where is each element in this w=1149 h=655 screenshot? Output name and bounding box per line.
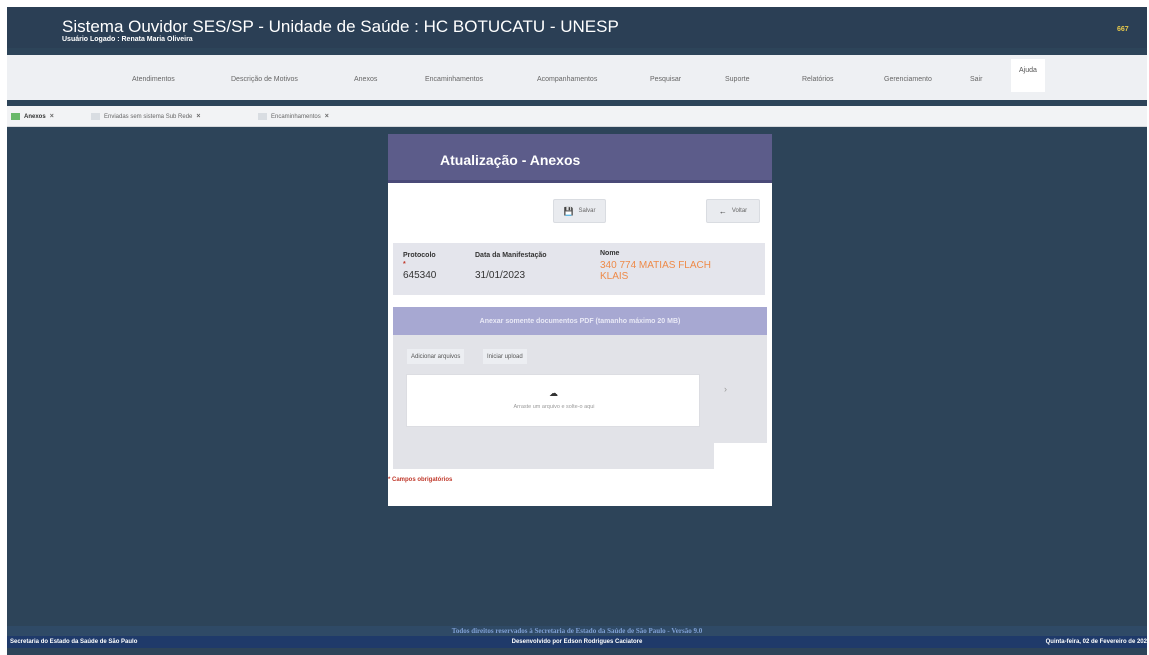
tab-indicator	[91, 113, 100, 120]
tab-bar: Anexos × Enviadas sem sistema Sub Rede ×…	[7, 106, 1147, 127]
header-badge: 667	[1117, 26, 1129, 33]
close-icon[interactable]: ×	[196, 113, 200, 120]
cloud-upload-icon: ☁	[549, 388, 558, 398]
manifestation-info: Protocolo * 645340 Data da Manifestação …	[393, 243, 765, 295]
name-value: 340 774 MATIAS FLACH KLAIS	[600, 260, 711, 282]
required-fields-note: * Campos obrigatórios	[388, 477, 453, 483]
required-marker: *	[403, 261, 406, 268]
back-label: Voltar	[731, 208, 748, 214]
upload-area-footer	[393, 443, 714, 469]
menu-atendimentos[interactable]: Atendimentos	[132, 76, 175, 83]
menu-encaminhamentos[interactable]: Encaminhamentos	[425, 76, 483, 83]
name-label: Nome	[600, 250, 620, 257]
app-window: Sistema Ouvidor SES/SP - Unidade de Saúd…	[7, 7, 1147, 655]
footer-rights: Todos direitos reservados à Secretaria d…	[7, 626, 1147, 636]
footer-org: Secretaria do Estado da Saúde de São Pau…	[10, 639, 138, 645]
menu-sair[interactable]: Sair	[970, 76, 982, 83]
logged-user: Usuário Logado : Renata Maria Oliveira	[62, 36, 193, 43]
footer-bar: Desenvolvido por Edson Rodrigues Caciato…	[7, 636, 1147, 648]
file-dropzone[interactable]: ☁ Arraste um arquivo e solte-o aqui	[406, 374, 700, 427]
tab-label: Anexos	[24, 113, 46, 120]
start-upload-button[interactable]: Iniciar upload	[483, 349, 527, 364]
tab-label: Encaminhamentos	[271, 113, 321, 120]
tab-label: Enviadas sem sistema Sub Rede	[104, 113, 193, 120]
protocol-value: 645340	[403, 270, 437, 281]
menu-acompanhamentos[interactable]: Acompanhamentos	[537, 76, 597, 83]
tab-indicator	[11, 113, 20, 120]
panel-title: Atualização - Anexos	[440, 152, 581, 168]
upload-instructions: Anexar somente documentos PDF (tamanho m…	[393, 307, 767, 335]
footer-date: Quinta-feira, 02 de Fevereiro de 202	[1045, 639, 1147, 645]
tab-encaminhamentos[interactable]: Encaminhamentos ×	[258, 111, 329, 122]
save-label: Salvar	[578, 208, 596, 214]
add-files-button[interactable]: Adicionar arquivos	[407, 349, 465, 364]
menu-ajuda[interactable]: Ajuda	[1011, 59, 1045, 92]
chevron-right-icon[interactable]: ›	[724, 384, 727, 394]
protocol-label: Protocolo	[403, 252, 436, 259]
date-label: Data da Manifestação	[475, 252, 547, 259]
menu-suporte[interactable]: Suporte	[725, 76, 750, 83]
dropzone-text: Arraste um arquivo e solte-o aqui	[513, 404, 595, 410]
arrow-left-icon: ←	[718, 206, 727, 216]
save-icon: 💾	[563, 206, 574, 216]
tab-enviadas-sub-rede[interactable]: Enviadas sem sistema Sub Rede ×	[91, 111, 200, 122]
panel-header: Atualização - Anexos	[388, 134, 772, 183]
tab-indicator	[258, 113, 267, 120]
menu-relatorios[interactable]: Relatórios	[802, 76, 834, 83]
date-value: 31/01/2023	[475, 270, 526, 281]
tab-anexos[interactable]: Anexos ×	[11, 111, 54, 122]
close-icon[interactable]: ×	[325, 113, 329, 120]
app-title: Sistema Ouvidor SES/SP - Unidade de Saúd…	[62, 17, 619, 36]
menu-descricao-motivos[interactable]: Descrição de Motivos	[231, 76, 298, 83]
close-icon[interactable]: ×	[50, 113, 54, 120]
save-button[interactable]: 💾 Salvar	[553, 199, 606, 223]
anexos-panel: Atualização - Anexos 💾 Salvar ← Voltar P…	[388, 134, 772, 506]
menu-gerenciamento[interactable]: Gerenciamento	[884, 76, 932, 83]
main-menu: Atendimentos Descrição de Motivos Anexos…	[7, 55, 1147, 100]
menu-anexos[interactable]: Anexos	[354, 76, 377, 83]
app-header: Sistema Ouvidor SES/SP - Unidade de Saúd…	[7, 7, 1147, 48]
menu-pesquisar[interactable]: Pesquisar	[650, 76, 681, 83]
footer-developer: Desenvolvido por Edson Rodrigues Caciato…	[511, 639, 643, 645]
back-button[interactable]: ← Voltar	[706, 199, 760, 223]
